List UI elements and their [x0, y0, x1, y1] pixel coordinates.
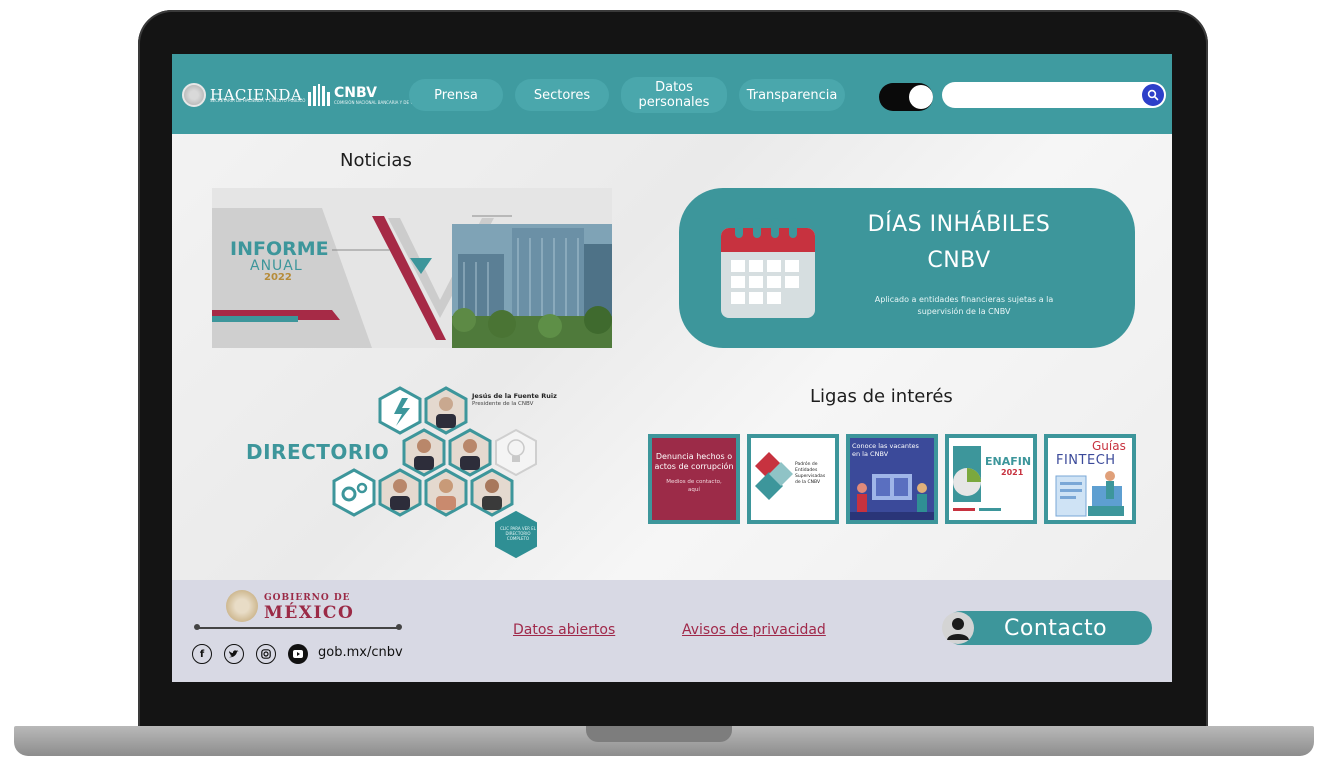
liga-denuncia-line3: Medios de contacto, [666, 479, 722, 485]
cnbv-columns-icon [308, 84, 330, 106]
gobierno-big-text: MÉXICO [264, 603, 355, 623]
liga-denuncia-line2: actos de corrupción [654, 462, 734, 471]
liga-enafin-line1: ENAFIN [985, 455, 1032, 468]
liga-padron-card[interactable]: Padrón de Entidades Supervisadas de la C… [747, 434, 839, 524]
liga-vacantes-card[interactable]: Conoce las vacantes en la CNBV [846, 434, 938, 524]
liga-denuncia-line4: aquí [688, 487, 700, 493]
vacantes-illustration [850, 474, 934, 520]
liga-fintech-line2: FINTECH [1056, 453, 1116, 468]
hacienda-logo-subtext: SECRETARÍA DE HACIENDA Y CRÉDITO PÚBLICO [210, 98, 306, 103]
liga-enafin-card[interactable]: ENAFIN 2021 [945, 434, 1037, 524]
calendar-icon [721, 218, 815, 318]
laptop-notch [586, 726, 732, 742]
directorio-person-role: Presidente de la CNBV [472, 401, 534, 407]
search-icon [1147, 89, 1159, 101]
directorio-title: DIRECTORIO [246, 440, 390, 464]
contacto-label: Contacto [1004, 615, 1108, 641]
national-seal-icon [182, 83, 206, 107]
nav-transparencia-button[interactable]: Transparencia [739, 79, 845, 111]
liga-enafin-line2: 2021 [1001, 468, 1024, 477]
directorio-cta[interactable]: CLIC PARA VER EL DIRECTORIO COMPLETO [500, 526, 536, 541]
contrast-toggle-knob [909, 85, 933, 109]
youtube-icon[interactable] [288, 644, 308, 664]
noticias-title: Noticias [340, 150, 412, 171]
screen: HACIENDA SECRETARÍA DE HACIENDA Y CRÉDIT… [172, 54, 1172, 682]
informe-year: 2022 [264, 272, 292, 283]
nav-datos-personales-button[interactable]: Datos personales [621, 77, 727, 113]
footer-divider [196, 627, 400, 629]
liga-denuncia-line1: Denuncia hechos o [655, 452, 733, 461]
informe-line1: INFORME [230, 238, 329, 260]
contacto-button[interactable]: Contacto [944, 611, 1152, 645]
fintech-illustration [1055, 471, 1124, 517]
dias-subtitle: Aplicado a entidades financieras sujetas… [874, 295, 1054, 316]
datos-abiertos-link[interactable]: Datos abiertos [513, 622, 615, 638]
facebook-icon[interactable]: f [192, 644, 212, 664]
twitter-icon[interactable] [224, 644, 244, 664]
gobierno-seal-icon [226, 590, 258, 622]
instagram-icon[interactable] [256, 644, 276, 664]
enafin-graphic [953, 446, 1001, 511]
footer-url-link[interactable]: gob.mx/cnbv [318, 645, 403, 660]
liga-denuncia-card[interactable]: Denuncia hechos o actos de corrupción Me… [648, 434, 740, 524]
search-input[interactable] [942, 82, 1166, 108]
dias-inhabiles-card[interactable]: DÍAS INHÁBILES CNBV Aplicado a entidades… [679, 188, 1135, 348]
nav-sectores-button[interactable]: Sectores [515, 79, 609, 111]
search-button[interactable] [1142, 84, 1164, 106]
informe-anual-banner[interactable]: INFORME ANUAL 2022 [212, 188, 612, 348]
user-avatar-icon [942, 612, 974, 644]
dias-title-line2: CNBV [927, 248, 991, 273]
directorio-person-name: Jesús de la Fuente Ruiz [472, 392, 557, 400]
site-header: HACIENDA SECRETARÍA DE HACIENDA Y CRÉDIT… [172, 54, 1172, 134]
liga-fintech-card[interactable]: Guías FINTECH [1044, 434, 1136, 524]
ligas-title: Ligas de interés [810, 386, 953, 407]
gobierno-small-text: GOBIERNO DE [264, 593, 351, 603]
informe-line2: ANUAL [250, 258, 303, 274]
liga-vacantes-line2: en la CNBV [852, 450, 889, 458]
dias-title-line1: DÍAS INHÁBILES [867, 212, 1051, 237]
padron-diamond-icon [755, 452, 793, 500]
liga-fintech-line1: Guías [1092, 439, 1126, 453]
hacienda-logo[interactable]: HACIENDA SECRETARÍA DE HACIENDA Y CRÉDIT… [182, 80, 306, 110]
liga-vacantes-line1: Conoce las vacantes [852, 442, 919, 450]
directorio-card[interactable]: DIRECTORIO Jesús de la Fuente Ruiz Presi… [242, 384, 572, 560]
avisos-privacidad-link[interactable]: Avisos de privacidad [682, 622, 826, 638]
nav-prensa-button[interactable]: Prensa [409, 79, 503, 111]
liga-padron-line4: de la CNBV [795, 480, 821, 485]
